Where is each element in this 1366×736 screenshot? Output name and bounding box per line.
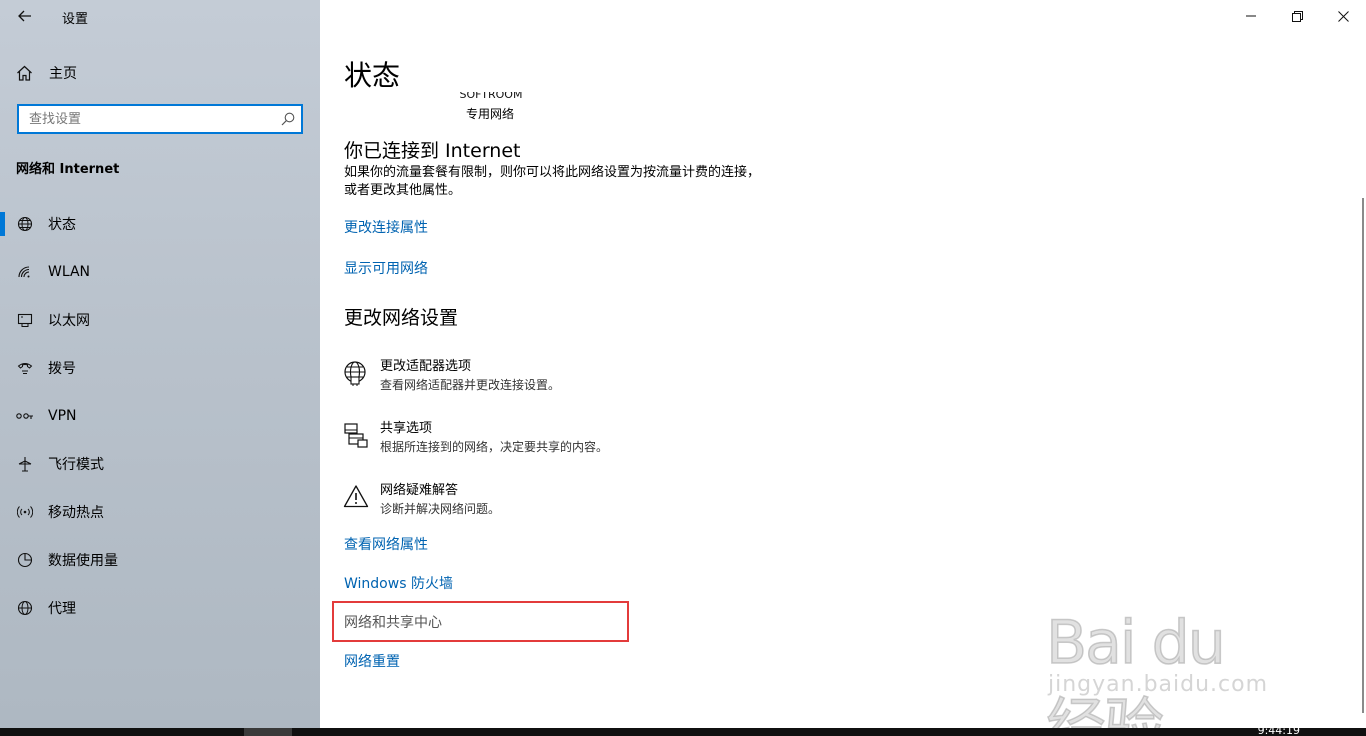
close-icon [1337,10,1349,22]
hotspot-icon [16,503,34,521]
adapter-icon [342,360,370,388]
sidebar-item-airplane[interactable]: 飞行模式 [0,440,320,488]
restore-icon [1291,10,1303,22]
sidebar-item-proxy[interactable]: 代理 [0,584,320,632]
show-available-networks-link[interactable]: 显示可用网络 [344,258,428,278]
option-troubleshoot[interactable]: 网络疑难解答 诊断并解决网络问题。 [342,482,500,518]
proxy-globe-icon [16,599,34,617]
sidebar-item-label: 移动热点 [48,505,104,521]
sidebar: 设置 主页 网络和 Internet 状态 WLAN 以太网 拨号 VPN [0,0,320,728]
sidebar-item-label: 状态 [48,217,76,233]
view-network-properties-link[interactable]: 查看网络属性 [344,534,428,554]
watermark-url: jingyan.baidu.com [1048,672,1269,697]
dialup-icon [16,359,34,377]
network-sharing-center-link[interactable]: 网络和共享中心 [344,612,442,632]
sharing-icon [342,422,370,450]
sidebar-item-hotspot[interactable]: 移动热点 [0,488,320,536]
app-title: 设置 [62,12,89,27]
sidebar-item-data-usage[interactable]: 数据使用量 [0,536,320,584]
option-title: 网络疑难解答 [380,483,459,498]
arrow-left-icon [18,10,31,22]
globe-icon [16,215,34,233]
vpn-icon [16,407,34,425]
windows-firewall-link[interactable]: Windows 防火墙 [344,573,453,593]
scrollbar[interactable] [1362,198,1364,713]
sidebar-item-label: VPN [48,408,77,424]
baidu-watermark: Bai du 经验 jingyan.baidu.com [1045,586,1292,736]
window-controls [1228,0,1366,32]
taskbar-clock: 9:44:19 [1257,724,1300,736]
sidebar-item-label: WLAN [48,264,91,280]
sidebar-item-label: 飞行模式 [48,457,104,473]
network-name: SOFTROOM [459,92,523,101]
search-input[interactable] [19,106,269,132]
title-bar: 设置 [0,0,320,32]
sidebar-item-vpn[interactable]: VPN [0,392,320,440]
option-description: 诊断并解决网络问题。 [380,502,501,516]
option-title: 共享选项 [380,421,433,436]
search-icon[interactable] [281,112,295,126]
connected-description: 如果你的流量套餐有限制，则你可以将此网络设置为按流量计费的连接，或者更改其他属性… [344,165,761,198]
back-button[interactable] [12,4,38,28]
section-heading: 网络和 Internet [16,162,120,177]
sidebar-item-wlan[interactable]: WLAN [0,248,320,296]
minimize-icon [1246,15,1256,17]
wifi-icon [16,263,34,281]
taskbar: 9:44:19 [0,724,1366,736]
option-title: 更改适配器选项 [380,359,472,374]
sidebar-home[interactable]: 主页 [16,62,77,84]
home-icon [17,65,32,81]
sidebar-item-ethernet[interactable]: 以太网 [0,296,320,344]
connected-title: 你已连接到 Internet [344,140,521,162]
change-settings-heading: 更改网络设置 [344,307,459,329]
data-usage-icon [16,551,34,569]
page-title: 状态 [344,59,401,92]
sidebar-item-status[interactable]: 状态 [0,200,320,248]
minimize-button[interactable] [1228,0,1274,32]
option-adapter[interactable]: 更改适配器选项 查看网络适配器并更改连接设置。 [342,358,560,394]
sidebar-nav: 状态 WLAN 以太网 拨号 VPN 飞行模式 移动热点 数据使用量 代理 [0,200,320,632]
restore-button[interactable] [1274,0,1320,32]
taskbar-app-button[interactable] [244,728,292,736]
option-description: 根据所连接到的网络，决定要共享的内容。 [380,440,609,454]
airplane-icon [16,455,34,473]
sidebar-item-dialup[interactable]: 拨号 [0,344,320,392]
home-label: 主页 [49,66,77,82]
network-type: 专用网络 [466,107,515,121]
sidebar-item-label: 以太网 [48,313,90,329]
warning-icon [342,484,370,512]
close-button[interactable] [1320,0,1366,32]
sidebar-item-label: 数据使用量 [48,553,118,569]
ethernet-icon [16,311,34,329]
change-connection-properties-link[interactable]: 更改连接属性 [344,217,428,237]
search-box [17,104,303,134]
sidebar-item-label: 拨号 [48,361,76,377]
option-description: 查看网络适配器并更改连接设置。 [380,378,561,392]
network-reset-link[interactable]: 网络重置 [344,651,400,671]
sidebar-item-label: 代理 [48,601,76,617]
option-sharing[interactable]: 共享选项 根据所连接到的网络，决定要共享的内容。 [342,420,608,456]
